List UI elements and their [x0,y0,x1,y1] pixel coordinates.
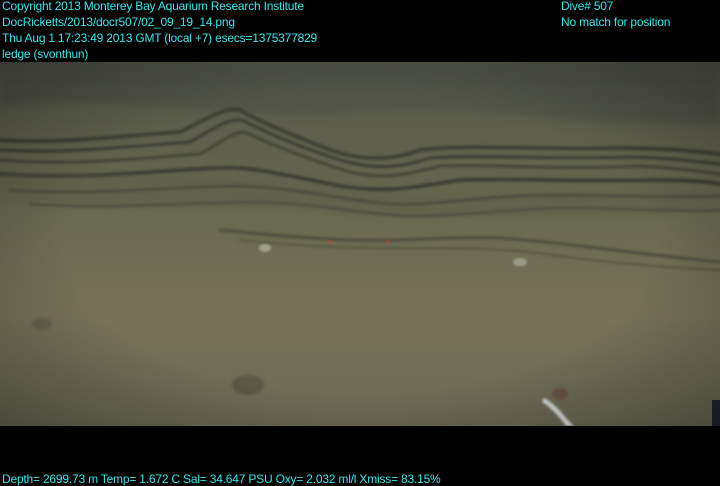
image-path-line: DocRicketts/2013/docr507/02_09_19_14.png [2,15,235,29]
position-status: No match for position [561,15,671,29]
video-frame: Copyright 2013 Monterey Bay Aquarium Res… [0,0,720,486]
telemetry-readout: Depth= 2699.73 m Temp= 1.672 C Sal= 34.6… [2,472,441,486]
seafloor-image [0,62,720,426]
dive-number: Dive# 507 [561,0,614,13]
header-info-left: Copyright 2013 Monterey Bay Aquarium Res… [2,0,317,62]
copyright-line: Copyright 2013 Monterey Bay Aquarium Res… [2,0,304,13]
annotation-line: ledge (svonthun) [2,47,89,61]
timestamp-line: Thu Aug 1 17:23:49 2013 GMT (local +7) e… [2,31,318,45]
header-info-right: Dive# 507 No match for position [561,0,670,30]
